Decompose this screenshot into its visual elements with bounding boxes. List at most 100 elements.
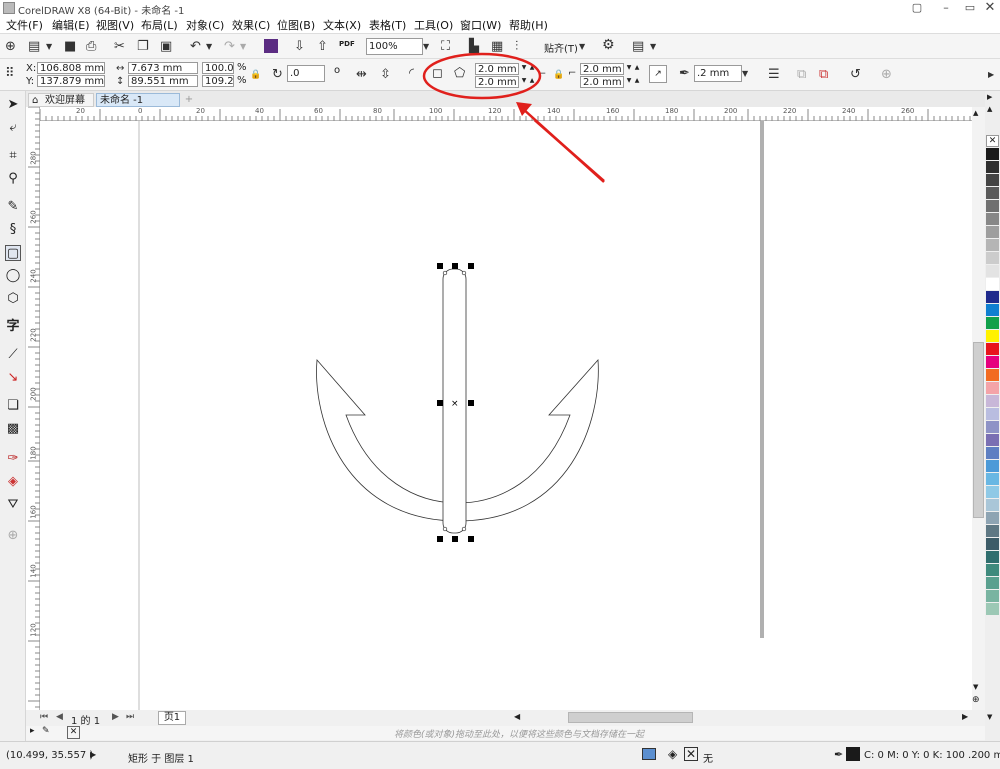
options-gear-icon[interactable]: ⚙	[602, 38, 615, 52]
menu-text[interactable]: 文本(X)	[323, 17, 361, 33]
vertical-scrollbar[interactable]: ▲ ▼ ⊕	[972, 107, 985, 710]
color-swatch[interactable]	[986, 499, 999, 511]
zoom-tool-icon[interactable]: ⚲	[5, 171, 21, 187]
spin-down-icon[interactable]: ▼	[520, 63, 528, 73]
hscroll-right-icon[interactable]: ▶	[962, 712, 968, 721]
to-front-icon[interactable]: ⧉	[797, 68, 806, 81]
menu-object[interactable]: 对象(C)	[186, 17, 224, 33]
interactive-fill-icon[interactable]: ◈	[5, 474, 21, 490]
polygon-tool-icon[interactable]: ⬡	[5, 291, 21, 307]
import-icon[interactable]: ⇩	[294, 40, 305, 53]
page-tab-1[interactable]: 页1	[158, 711, 186, 725]
minimize-button[interactable]: –	[934, 0, 958, 16]
text-tool-icon[interactable]: 字	[5, 319, 21, 335]
menu-effects[interactable]: 效果(C)	[232, 17, 270, 33]
color-swatch[interactable]	[986, 265, 999, 277]
palette-scroll-down-icon[interactable]: ▼	[987, 713, 992, 721]
lock-corners-icon[interactable]: 🔒	[553, 69, 564, 82]
color-swatch[interactable]	[986, 239, 999, 251]
restore-window-icon[interactable]: ▢	[905, 0, 929, 16]
zoom-level-field[interactable]: 100%	[366, 38, 423, 55]
search-content-icon[interactable]	[264, 39, 278, 53]
color-swatch[interactable]	[986, 590, 999, 602]
color-swatch[interactable]	[986, 538, 999, 550]
corner-radius-top-right-field[interactable]: 2.0 mm	[580, 63, 624, 75]
color-swatch[interactable]	[986, 291, 999, 303]
spin-down-icon[interactable]: ▼	[625, 63, 633, 73]
x-position-field[interactable]: 106.808 mm	[37, 62, 105, 74]
color-swatch[interactable]	[986, 525, 999, 537]
color-swatch[interactable]	[986, 512, 999, 524]
full-screen-icon[interactable]: ⛶	[441, 40, 450, 53]
menu-window[interactable]: 窗口(W)	[460, 17, 501, 33]
status-expand-icon[interactable]: ▶	[90, 750, 96, 759]
relative-corner-scaling-icon[interactable]: ↗	[649, 65, 667, 83]
outline-color-swatch[interactable]	[846, 747, 860, 761]
color-proof-icon[interactable]	[642, 748, 656, 760]
export-icon[interactable]: ⇧	[317, 40, 328, 53]
menu-file[interactable]: 文件(F)	[6, 17, 43, 33]
artistic-media-icon[interactable]: §	[5, 222, 21, 238]
color-swatch[interactable]	[986, 473, 999, 485]
spin-down-icon[interactable]: ▼	[625, 76, 633, 86]
spin-down-icon[interactable]: ▼	[520, 76, 528, 86]
color-swatch[interactable]	[986, 148, 999, 160]
color-swatch[interactable]	[986, 343, 999, 355]
color-swatch[interactable]	[986, 460, 999, 472]
next-page-icon[interactable]: ▶	[112, 712, 119, 722]
new-tab-icon[interactable]: +	[182, 93, 196, 107]
y-position-field[interactable]: 137.879 mm	[37, 75, 105, 87]
spin-up-icon[interactable]: ▲	[633, 76, 641, 86]
crop-tool-icon[interactable]: ⌗	[5, 148, 21, 164]
palette-menu-icon[interactable]: ▸	[30, 726, 35, 736]
width-field[interactable]: 7.673 mm	[128, 62, 198, 74]
last-page-icon[interactable]: ⏭	[126, 712, 134, 722]
connector-tool-icon[interactable]: ↘	[5, 370, 21, 386]
open-dropdown-icon[interactable]: ▼	[46, 40, 52, 53]
save-icon[interactable]: ■	[64, 40, 76, 53]
spin-up-icon[interactable]: ▲	[528, 76, 536, 86]
expand-toolbar-icon[interactable]: ▶	[988, 68, 994, 81]
color-swatch[interactable]	[986, 564, 999, 576]
hscroll-left-icon[interactable]: ◀	[514, 712, 520, 721]
undo-icon[interactable]: ↶	[190, 40, 201, 53]
color-swatch[interactable]	[986, 330, 999, 342]
color-swatch[interactable]	[986, 603, 999, 615]
shape-tool-icon[interactable]: ⤶	[5, 120, 21, 136]
parallel-dimension-icon[interactable]: ⟋	[5, 347, 21, 363]
chamfered-corner-icon[interactable]: ⬠	[454, 67, 465, 80]
add-tool-icon[interactable]: ⊕	[5, 528, 21, 544]
color-swatch[interactable]	[986, 252, 999, 264]
color-swatch[interactable]	[986, 161, 999, 173]
color-swatch[interactable]	[986, 278, 999, 290]
corner-edit-icon[interactable]: ⌐	[568, 67, 576, 80]
transparency-icon[interactable]: ▩	[5, 421, 21, 437]
eyedropper-icon[interactable]: ✑	[5, 451, 21, 467]
menu-edit[interactable]: 编辑(E)	[52, 17, 90, 33]
spin-up-icon[interactable]: ▲	[528, 63, 536, 73]
color-swatch[interactable]	[986, 421, 999, 433]
pick-tool-icon[interactable]: ➤	[5, 97, 21, 113]
zoom-dropdown-icon[interactable]: ▼	[423, 40, 429, 53]
corner-radius-bottom-right-field[interactable]: 2.0 mm	[580, 76, 624, 88]
redo-dropdown-icon[interactable]: ▼	[240, 40, 246, 53]
paste-icon[interactable]: ▣	[160, 40, 172, 53]
new-document-icon[interactable]: ⊕	[5, 40, 16, 53]
ellipse-tool-icon[interactable]: ◯	[5, 268, 21, 284]
open-folder-icon[interactable]: ▤	[28, 40, 40, 53]
color-swatch[interactable]	[986, 317, 999, 329]
scroll-up-icon[interactable]: ▲	[973, 109, 978, 117]
undo-dropdown-icon[interactable]: ▼	[206, 40, 212, 53]
mirror-vertical-icon[interactable]: ⇳	[380, 68, 391, 81]
close-button[interactable]: ✕	[978, 0, 1000, 16]
corner-edit-icon[interactable]: ⌐	[538, 68, 546, 81]
scalloped-corner-icon[interactable]: ◻	[432, 67, 443, 80]
color-swatch[interactable]	[986, 551, 999, 563]
mirror-horizontal-icon[interactable]: ⇹	[356, 68, 367, 81]
height-field[interactable]: 89.551 mm	[128, 75, 198, 87]
application-launcher-icon[interactable]: ▤	[632, 40, 644, 53]
corner-radius-bottom-left-field[interactable]: 2.0 mm	[475, 76, 519, 88]
round-corner-icon[interactable]: ◜	[409, 67, 414, 80]
color-swatch[interactable]	[986, 213, 999, 225]
color-swatch[interactable]	[986, 356, 999, 368]
